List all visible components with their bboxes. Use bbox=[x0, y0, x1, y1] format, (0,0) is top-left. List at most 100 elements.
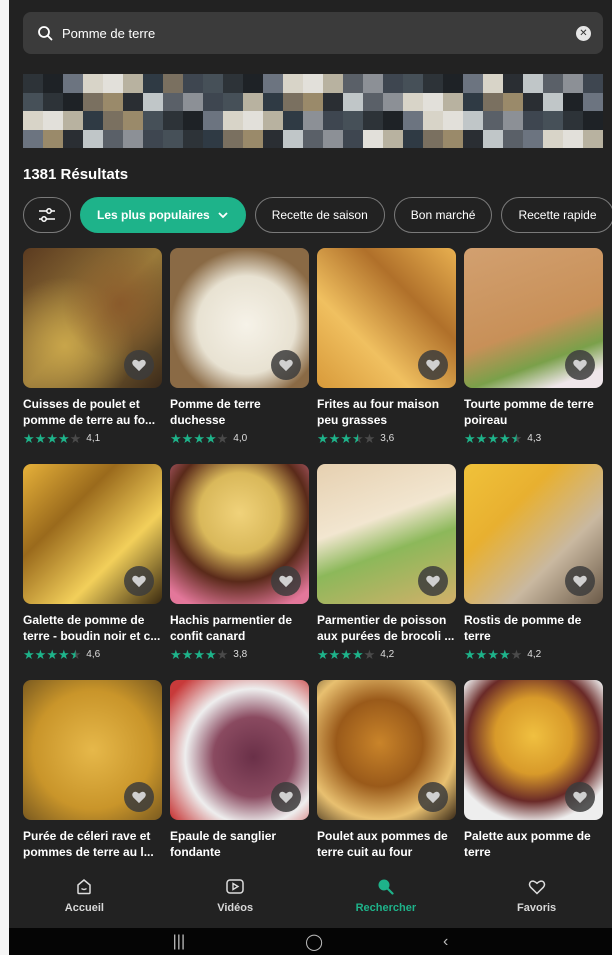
recipe-image[interactable] bbox=[317, 680, 456, 820]
favorite-button[interactable] bbox=[271, 782, 301, 812]
nav-search-label: Rechercher bbox=[355, 902, 417, 914]
recent-apps-icon[interactable]: ||| bbox=[173, 933, 185, 951]
nav-home-label: Accueil bbox=[64, 902, 104, 914]
star-icon: ★ bbox=[340, 646, 352, 662]
recipe-image[interactable] bbox=[23, 680, 162, 820]
star-empty-icon: ★ bbox=[216, 430, 229, 446]
filter-popular-chip[interactable]: Les plus populaires bbox=[80, 197, 246, 233]
star-icon: ★ bbox=[46, 430, 58, 446]
home-circle-icon[interactable]: ◯ bbox=[305, 932, 323, 952]
recipe-image[interactable] bbox=[170, 248, 309, 388]
rating-score: 4,2 bbox=[527, 648, 542, 660]
recipe-title: Cuisses de poulet et pomme de terre au f… bbox=[23, 397, 156, 427]
recipe-card[interactable]: Rostis de pomme de terre ★ ★ ★ ★ ★ 4,2 bbox=[464, 464, 603, 680]
recipe-image[interactable] bbox=[464, 680, 603, 820]
star-icon: ★ bbox=[464, 646, 476, 662]
star-empty-icon: ★ bbox=[69, 430, 82, 446]
recipe-card[interactable]: Frites au four maison peu grasses ★ ★ ★ ★ ★ 3,… bbox=[317, 248, 456, 464]
star-icon: ★ bbox=[498, 646, 511, 662]
filter-settings-button[interactable] bbox=[23, 197, 71, 233]
heart-icon bbox=[426, 359, 440, 372]
recipe-rating: ★ ★ ★ ★ ★ 4,1 bbox=[23, 430, 162, 446]
clear-search-icon[interactable]: ✕ bbox=[576, 25, 591, 41]
recipe-image[interactable] bbox=[464, 464, 603, 604]
star-icon: ★ bbox=[328, 430, 341, 446]
recipe-rating: ★ ★ ★ ★ ★ 3,6 bbox=[317, 430, 456, 446]
star-icon: ★ bbox=[57, 430, 70, 446]
favorite-button[interactable] bbox=[124, 566, 154, 596]
favorite-button[interactable] bbox=[418, 566, 448, 596]
recipe-card[interactable]: Cuisses de poulet et pomme de terre au f… bbox=[23, 248, 162, 464]
star-icon: ★ bbox=[34, 646, 47, 662]
recipe-image[interactable] bbox=[170, 680, 309, 820]
recipe-rating: ★ ★ ★ ★ ★ 4,2 bbox=[317, 646, 456, 662]
recipe-title: Palette aux pomme de terre bbox=[464, 829, 591, 859]
app-screen: Pomme de terre ✕ 1381 Résultats Les plus… bbox=[9, 0, 612, 955]
star-icon: ★ bbox=[46, 646, 58, 662]
heart-icon bbox=[279, 791, 293, 804]
recipe-image[interactable] bbox=[317, 464, 456, 604]
favorite-button[interactable] bbox=[565, 350, 595, 380]
search-input[interactable]: Pomme de terre bbox=[62, 26, 576, 41]
recipe-card[interactable]: Parmentier de poisson aux purées de broc… bbox=[317, 464, 456, 680]
favorite-button[interactable] bbox=[124, 350, 154, 380]
heart-icon bbox=[132, 575, 146, 588]
half-star-icon: ★ bbox=[351, 430, 364, 446]
favorite-button[interactable] bbox=[271, 350, 301, 380]
recipe-image[interactable] bbox=[23, 248, 162, 388]
system-nav-bar: ||| ◯ ‹ bbox=[9, 928, 612, 955]
star-icon: ★ bbox=[317, 430, 329, 446]
favorite-button[interactable] bbox=[271, 566, 301, 596]
nav-videos-label: Vidéos bbox=[217, 902, 254, 914]
nav-favorites[interactable]: Favoris bbox=[461, 864, 612, 928]
star-icon: ★ bbox=[181, 646, 194, 662]
heart-icon bbox=[132, 359, 146, 372]
favorite-button[interactable] bbox=[565, 566, 595, 596]
heart-icon bbox=[426, 791, 440, 804]
nav-home[interactable]: Accueil bbox=[9, 864, 160, 928]
search-icon bbox=[378, 879, 394, 895]
recipe-image[interactable] bbox=[23, 464, 162, 604]
star-icon: ★ bbox=[475, 646, 488, 662]
back-icon[interactable]: ‹ bbox=[443, 933, 448, 951]
recipe-rating: ★ ★ ★ ★ ★ 4,0 bbox=[170, 430, 309, 446]
recipe-image[interactable] bbox=[317, 248, 456, 388]
recipe-rating: ★ ★ ★ ★ ★ 4,2 bbox=[464, 646, 603, 662]
recipe-title: Purée de céleri rave et pommes de terre … bbox=[23, 829, 154, 859]
filter-chip-cheap[interactable]: Bon marché bbox=[393, 197, 493, 233]
ad-banner[interactable] bbox=[23, 74, 603, 148]
recipe-title: Hachis parmentier de confit canard bbox=[170, 613, 293, 643]
star-icon: ★ bbox=[193, 646, 205, 662]
star-icon: ★ bbox=[487, 430, 499, 446]
star-empty-icon: ★ bbox=[363, 646, 376, 662]
favorite-button[interactable] bbox=[124, 782, 154, 812]
recipe-card[interactable]: Hachis parmentier de confit canard ★ ★ ★ ★ ★ 3… bbox=[170, 464, 309, 680]
filter-chip-season[interactable]: Recette de saison bbox=[254, 197, 385, 233]
recipe-image[interactable] bbox=[170, 464, 309, 604]
star-icon: ★ bbox=[23, 430, 35, 446]
recipe-image[interactable] bbox=[464, 248, 603, 388]
recipe-title: Galette de pomme de terre - boudin noir … bbox=[23, 613, 161, 643]
recipe-card[interactable]: Galette de pomme de terre - boudin noir … bbox=[23, 464, 162, 680]
filter-chip-quick[interactable]: Recette rapide bbox=[501, 197, 612, 233]
nav-videos[interactable]: Vidéos bbox=[160, 864, 311, 928]
nav-search[interactable]: Rechercher bbox=[311, 864, 462, 928]
video-icon bbox=[226, 879, 244, 894]
star-icon: ★ bbox=[181, 430, 194, 446]
nav-favorites-label: Favoris bbox=[517, 901, 557, 914]
recipe-card[interactable]: Pomme de terre duchesse ★ ★ ★ ★ ★ 4,0 bbox=[170, 248, 309, 464]
star-icon: ★ bbox=[23, 646, 35, 662]
favorite-button[interactable] bbox=[418, 350, 448, 380]
star-icon: ★ bbox=[57, 646, 70, 662]
bottom-nav: Accueil Vidéos Rechercher Favoris bbox=[9, 864, 612, 928]
favorite-button[interactable] bbox=[565, 782, 595, 812]
rating-score: 4,3 bbox=[527, 432, 542, 444]
search-bar[interactable]: Pomme de terre ✕ bbox=[23, 12, 603, 54]
heart-icon bbox=[279, 575, 293, 588]
star-icon: ★ bbox=[193, 430, 205, 446]
half-star-icon: ★ bbox=[69, 646, 82, 662]
rating-score: 3,8 bbox=[233, 648, 248, 660]
favorite-button[interactable] bbox=[418, 782, 448, 812]
chevron-down-icon bbox=[218, 212, 228, 219]
recipe-card[interactable]: Tourte pomme de terre poireau ★ ★ ★ ★ ★ 4,3 bbox=[464, 248, 603, 464]
